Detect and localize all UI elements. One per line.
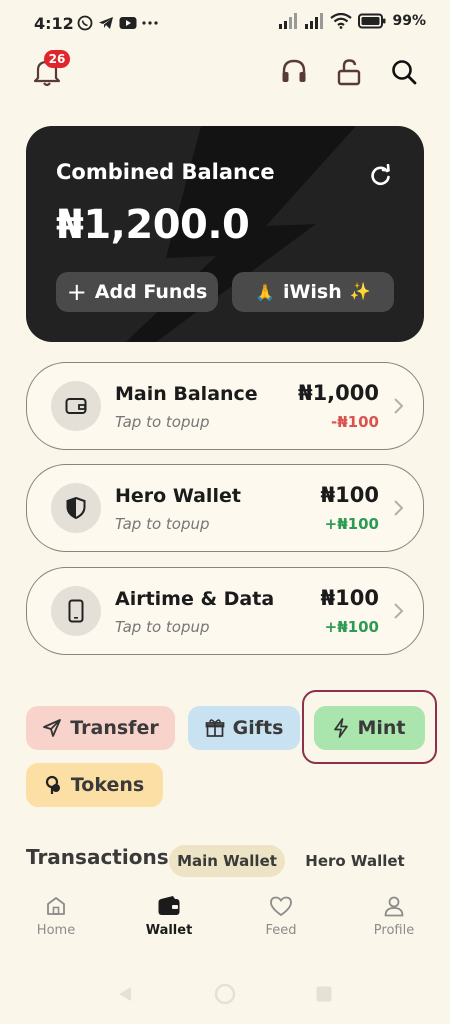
wifi-icon bbox=[330, 13, 353, 29]
pray-icon: 🙏 bbox=[255, 282, 275, 302]
nav-home-label: Home bbox=[36, 923, 76, 938]
wallet-subtitle: Tap to topup bbox=[115, 618, 210, 636]
home-icon bbox=[47, 897, 65, 915]
wallet-amount: ₦100 bbox=[320, 586, 379, 610]
wallet-icon bbox=[158, 896, 180, 915]
transfer-label: Transfer bbox=[70, 717, 159, 739]
status-indicators: 99% bbox=[278, 13, 426, 29]
wallet-amount: ₦100 bbox=[320, 483, 379, 507]
notification-badge: 26 bbox=[44, 50, 70, 68]
more-dots-icon bbox=[142, 21, 158, 25]
tab-hero-wallet[interactable]: Hero Wallet bbox=[302, 845, 408, 877]
status-app-icons bbox=[77, 15, 158, 31]
add-funds-button[interactable]: + Add Funds bbox=[56, 272, 218, 312]
status-bar: 4:12 99% bbox=[0, 0, 450, 48]
nav-home[interactable]: Home bbox=[11, 895, 101, 955]
tokens-button[interactable]: Tokens bbox=[26, 763, 163, 807]
add-funds-label: Add Funds bbox=[94, 281, 208, 303]
wallet-row-airtime-data[interactable]: Airtime & Data Tap to topup ₦100 +₦100 bbox=[26, 567, 424, 655]
iwish-button[interactable]: 🙏 iWish ✨ bbox=[232, 272, 394, 312]
home-circle-icon[interactable] bbox=[214, 983, 236, 1005]
plus-icon: + bbox=[66, 278, 87, 306]
battery-percent: 99% bbox=[392, 13, 426, 29]
wallet-change: +₦100 bbox=[324, 515, 379, 533]
iwish-label: iWish bbox=[282, 281, 342, 303]
wallet-change: -₦100 bbox=[331, 413, 379, 431]
mint-label: Mint bbox=[357, 717, 406, 739]
gifts-label: Gifts bbox=[232, 717, 284, 739]
transfer-button[interactable]: Transfer bbox=[26, 706, 175, 750]
bolt-icon bbox=[334, 718, 349, 738]
sparkles-icon: ✨ bbox=[349, 282, 371, 302]
coins-icon bbox=[45, 775, 60, 794]
wallet-title: Hero Wallet bbox=[115, 485, 241, 507]
search-icon[interactable] bbox=[390, 58, 418, 86]
tab-main-wallet[interactable]: Main Wallet bbox=[169, 845, 285, 877]
send-icon bbox=[43, 719, 62, 737]
youtube-icon bbox=[119, 17, 137, 29]
chevron-right-icon bbox=[394, 500, 404, 516]
back-icon[interactable] bbox=[116, 985, 134, 1003]
wallet-subtitle: Tap to topup bbox=[115, 413, 210, 431]
nav-feed-label: Feed bbox=[265, 923, 297, 938]
bottom-nav: Home Wallet Feed Profile bbox=[0, 895, 450, 965]
mint-button[interactable]: Mint bbox=[314, 706, 425, 750]
signal-icon bbox=[279, 13, 298, 29]
app-header: 26 bbox=[0, 48, 450, 98]
transactions-title: Transactions bbox=[26, 845, 169, 869]
phone-icon bbox=[68, 599, 84, 623]
nav-wallet[interactable]: Wallet bbox=[124, 895, 214, 955]
wallet-title: Airtime & Data bbox=[115, 588, 275, 610]
gifts-button[interactable]: Gifts bbox=[188, 706, 300, 750]
chevron-right-icon bbox=[394, 603, 404, 619]
wallet-row-hero-wallet[interactable]: Hero Wallet Tap to topup ₦100 +₦100 bbox=[26, 464, 424, 552]
wallet-row-main-balance[interactable]: Main Balance Tap to topup ₦1,000 -₦100 bbox=[26, 362, 424, 450]
profile-icon bbox=[384, 896, 404, 917]
gift-icon bbox=[205, 719, 224, 737]
whatsapp-icon bbox=[77, 15, 93, 31]
battery-icon bbox=[358, 13, 386, 29]
signal-icon-2 bbox=[305, 13, 324, 29]
wallet-amount: ₦1,000 bbox=[297, 381, 379, 405]
nav-profile[interactable]: Profile bbox=[349, 895, 439, 955]
status-time: 4:12 bbox=[34, 14, 74, 33]
unlock-icon[interactable] bbox=[335, 58, 363, 86]
tokens-label: Tokens bbox=[70, 774, 145, 796]
combined-balance-card: Combined Balance ₦1,200.0 + Add Funds 🙏 … bbox=[26, 126, 424, 342]
wallet-title: Main Balance bbox=[115, 383, 258, 405]
chevron-right-icon bbox=[394, 398, 404, 414]
shield-icon bbox=[66, 497, 86, 519]
heart-icon bbox=[270, 896, 292, 917]
system-navigation-bar bbox=[0, 975, 450, 1015]
wallet-subtitle: Tap to topup bbox=[115, 515, 210, 533]
wallet-change: +₦100 bbox=[324, 618, 379, 636]
combined-balance-title: Combined Balance bbox=[56, 160, 275, 184]
recents-icon[interactable] bbox=[315, 985, 333, 1003]
nav-wallet-label: Wallet bbox=[145, 923, 193, 938]
wallet-icon bbox=[65, 398, 87, 414]
refresh-icon[interactable] bbox=[370, 164, 392, 186]
nav-profile-label: Profile bbox=[373, 923, 415, 938]
telegram-icon bbox=[99, 17, 113, 29]
nav-feed[interactable]: Feed bbox=[236, 895, 326, 955]
combined-balance-amount: ₦1,200.0 bbox=[56, 202, 250, 248]
headset-icon[interactable] bbox=[280, 58, 308, 86]
